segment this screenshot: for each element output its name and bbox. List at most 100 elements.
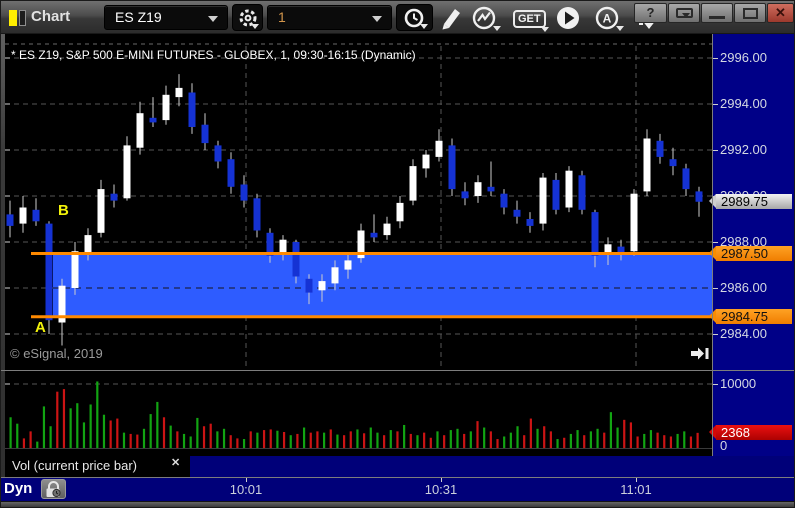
volume-bar xyxy=(129,433,132,448)
volume-bar xyxy=(102,414,106,448)
volume-study-label: Vol (current price bar) xyxy=(12,458,137,473)
volume-bar xyxy=(276,430,279,448)
candle xyxy=(656,140,664,157)
volume-bar xyxy=(316,431,319,448)
volume-bar xyxy=(516,426,519,448)
volume-bar xyxy=(176,431,179,448)
candle xyxy=(409,166,417,201)
close-button[interactable]: ✕ xyxy=(767,3,794,23)
time-axis[interactable]: Dyn 10:01 10:31 11:01 xyxy=(1,478,794,501)
candle xyxy=(331,267,339,284)
candle xyxy=(305,278,313,293)
volume-bar xyxy=(403,424,406,448)
volume-bar xyxy=(16,423,19,448)
volume-bar xyxy=(249,431,252,448)
volume-bar xyxy=(669,436,673,448)
volume-axis-label: 0 xyxy=(720,438,728,453)
candle xyxy=(461,191,469,199)
pane-separator[interactable] xyxy=(1,370,794,371)
chevron-down-icon xyxy=(616,26,624,31)
price-pane[interactable]: * ES Z19, S&P 500 E-MINI FUTURES - GLOBE… xyxy=(5,34,713,370)
volume-axis[interactable]: 10000 0 2368 xyxy=(709,371,794,456)
volume-bar xyxy=(182,433,186,448)
close-icon: ✕ xyxy=(775,5,786,20)
axis-tick xyxy=(713,334,718,335)
help-button[interactable]: ? xyxy=(634,3,667,23)
time-frame-button[interactable] xyxy=(396,4,433,31)
volume-bar xyxy=(82,422,86,448)
volume-bar xyxy=(136,434,139,448)
volume-bar xyxy=(683,431,686,448)
volume-bar xyxy=(189,436,192,448)
axis-border xyxy=(712,34,713,456)
annotate-button[interactable]: A xyxy=(594,5,626,31)
arrow-to-end-icon xyxy=(691,347,709,360)
chevron-down-icon xyxy=(372,16,382,22)
candle xyxy=(240,184,248,201)
volume-study-label-box[interactable]: Vol (current price bar) ✕ xyxy=(5,456,190,477)
chevron-down-icon xyxy=(493,26,501,31)
volume-bar xyxy=(196,417,199,448)
candle xyxy=(97,189,105,233)
replay-play-button[interactable] xyxy=(555,5,581,31)
goto-latest-button[interactable] xyxy=(689,346,711,361)
symbol-settings-button[interactable] xyxy=(232,4,263,31)
volume-bar xyxy=(216,431,219,448)
dyn-mode-button[interactable]: Dyn xyxy=(4,480,32,497)
volume-bar xyxy=(269,429,272,448)
symbol-dropdown[interactable]: ES Z19 xyxy=(104,5,228,30)
volume-bar xyxy=(596,428,599,448)
candle xyxy=(539,177,547,224)
candle xyxy=(565,170,573,208)
zone-bottom-price-tag[interactable]: 2984.75 xyxy=(709,309,792,325)
zone-top-price-tag[interactable]: 2987.50 xyxy=(709,246,792,261)
price-axis-label: 2986.00 xyxy=(720,280,767,295)
volume-plot xyxy=(5,381,713,449)
price-axis[interactable]: 2996.002994.002992.002990.002988.002986.… xyxy=(709,34,794,370)
lock-timeframe-button[interactable] xyxy=(41,479,66,499)
label-b[interactable]: B xyxy=(58,202,69,219)
price-axis-label: 2996.00 xyxy=(720,50,767,65)
dock-button[interactable] xyxy=(668,3,700,23)
volume-bar xyxy=(29,431,32,448)
link-indicator-secondary-icon[interactable] xyxy=(19,10,26,26)
volume-bar xyxy=(423,432,426,448)
volume-bar xyxy=(409,433,412,448)
volume-bar xyxy=(229,435,232,448)
volume-bar xyxy=(556,439,559,448)
candle xyxy=(578,175,586,210)
minimize-button[interactable] xyxy=(701,3,733,23)
volume-bar xyxy=(603,432,606,448)
candle xyxy=(162,94,170,121)
volume-bar xyxy=(363,433,366,448)
volume-bar xyxy=(543,426,546,448)
volume-bar xyxy=(109,420,112,448)
candle xyxy=(370,232,378,238)
volume-bar xyxy=(209,423,212,448)
link-indicator-icon[interactable] xyxy=(9,10,17,26)
volume-bar xyxy=(222,428,226,448)
candle xyxy=(45,223,53,321)
supply-zone-rect xyxy=(53,253,713,317)
volume-bar xyxy=(236,438,239,448)
interval-dropdown[interactable]: 1 xyxy=(267,5,392,30)
volume-bar xyxy=(149,414,152,448)
candle xyxy=(344,260,352,270)
volume-pane[interactable] xyxy=(5,371,713,456)
svg-text:A: A xyxy=(603,12,612,26)
studies-button[interactable] xyxy=(471,5,503,31)
volume-bar xyxy=(169,425,172,448)
candle xyxy=(487,186,495,192)
volume-bar xyxy=(469,431,472,448)
maximize-button[interactable] xyxy=(734,3,766,23)
volume-bar xyxy=(122,432,126,448)
candle xyxy=(552,179,560,210)
label-a[interactable]: A xyxy=(35,319,46,336)
current-volume-tag: 2368 xyxy=(709,425,792,440)
get-data-button[interactable]: GET xyxy=(513,5,553,32)
close-study-icon[interactable]: ✕ xyxy=(171,456,180,469)
draw-tool-button[interactable] xyxy=(438,5,464,31)
volume-bar xyxy=(42,406,46,448)
chevron-down-icon xyxy=(208,16,218,22)
time-axis-label: 10:31 xyxy=(424,482,458,497)
